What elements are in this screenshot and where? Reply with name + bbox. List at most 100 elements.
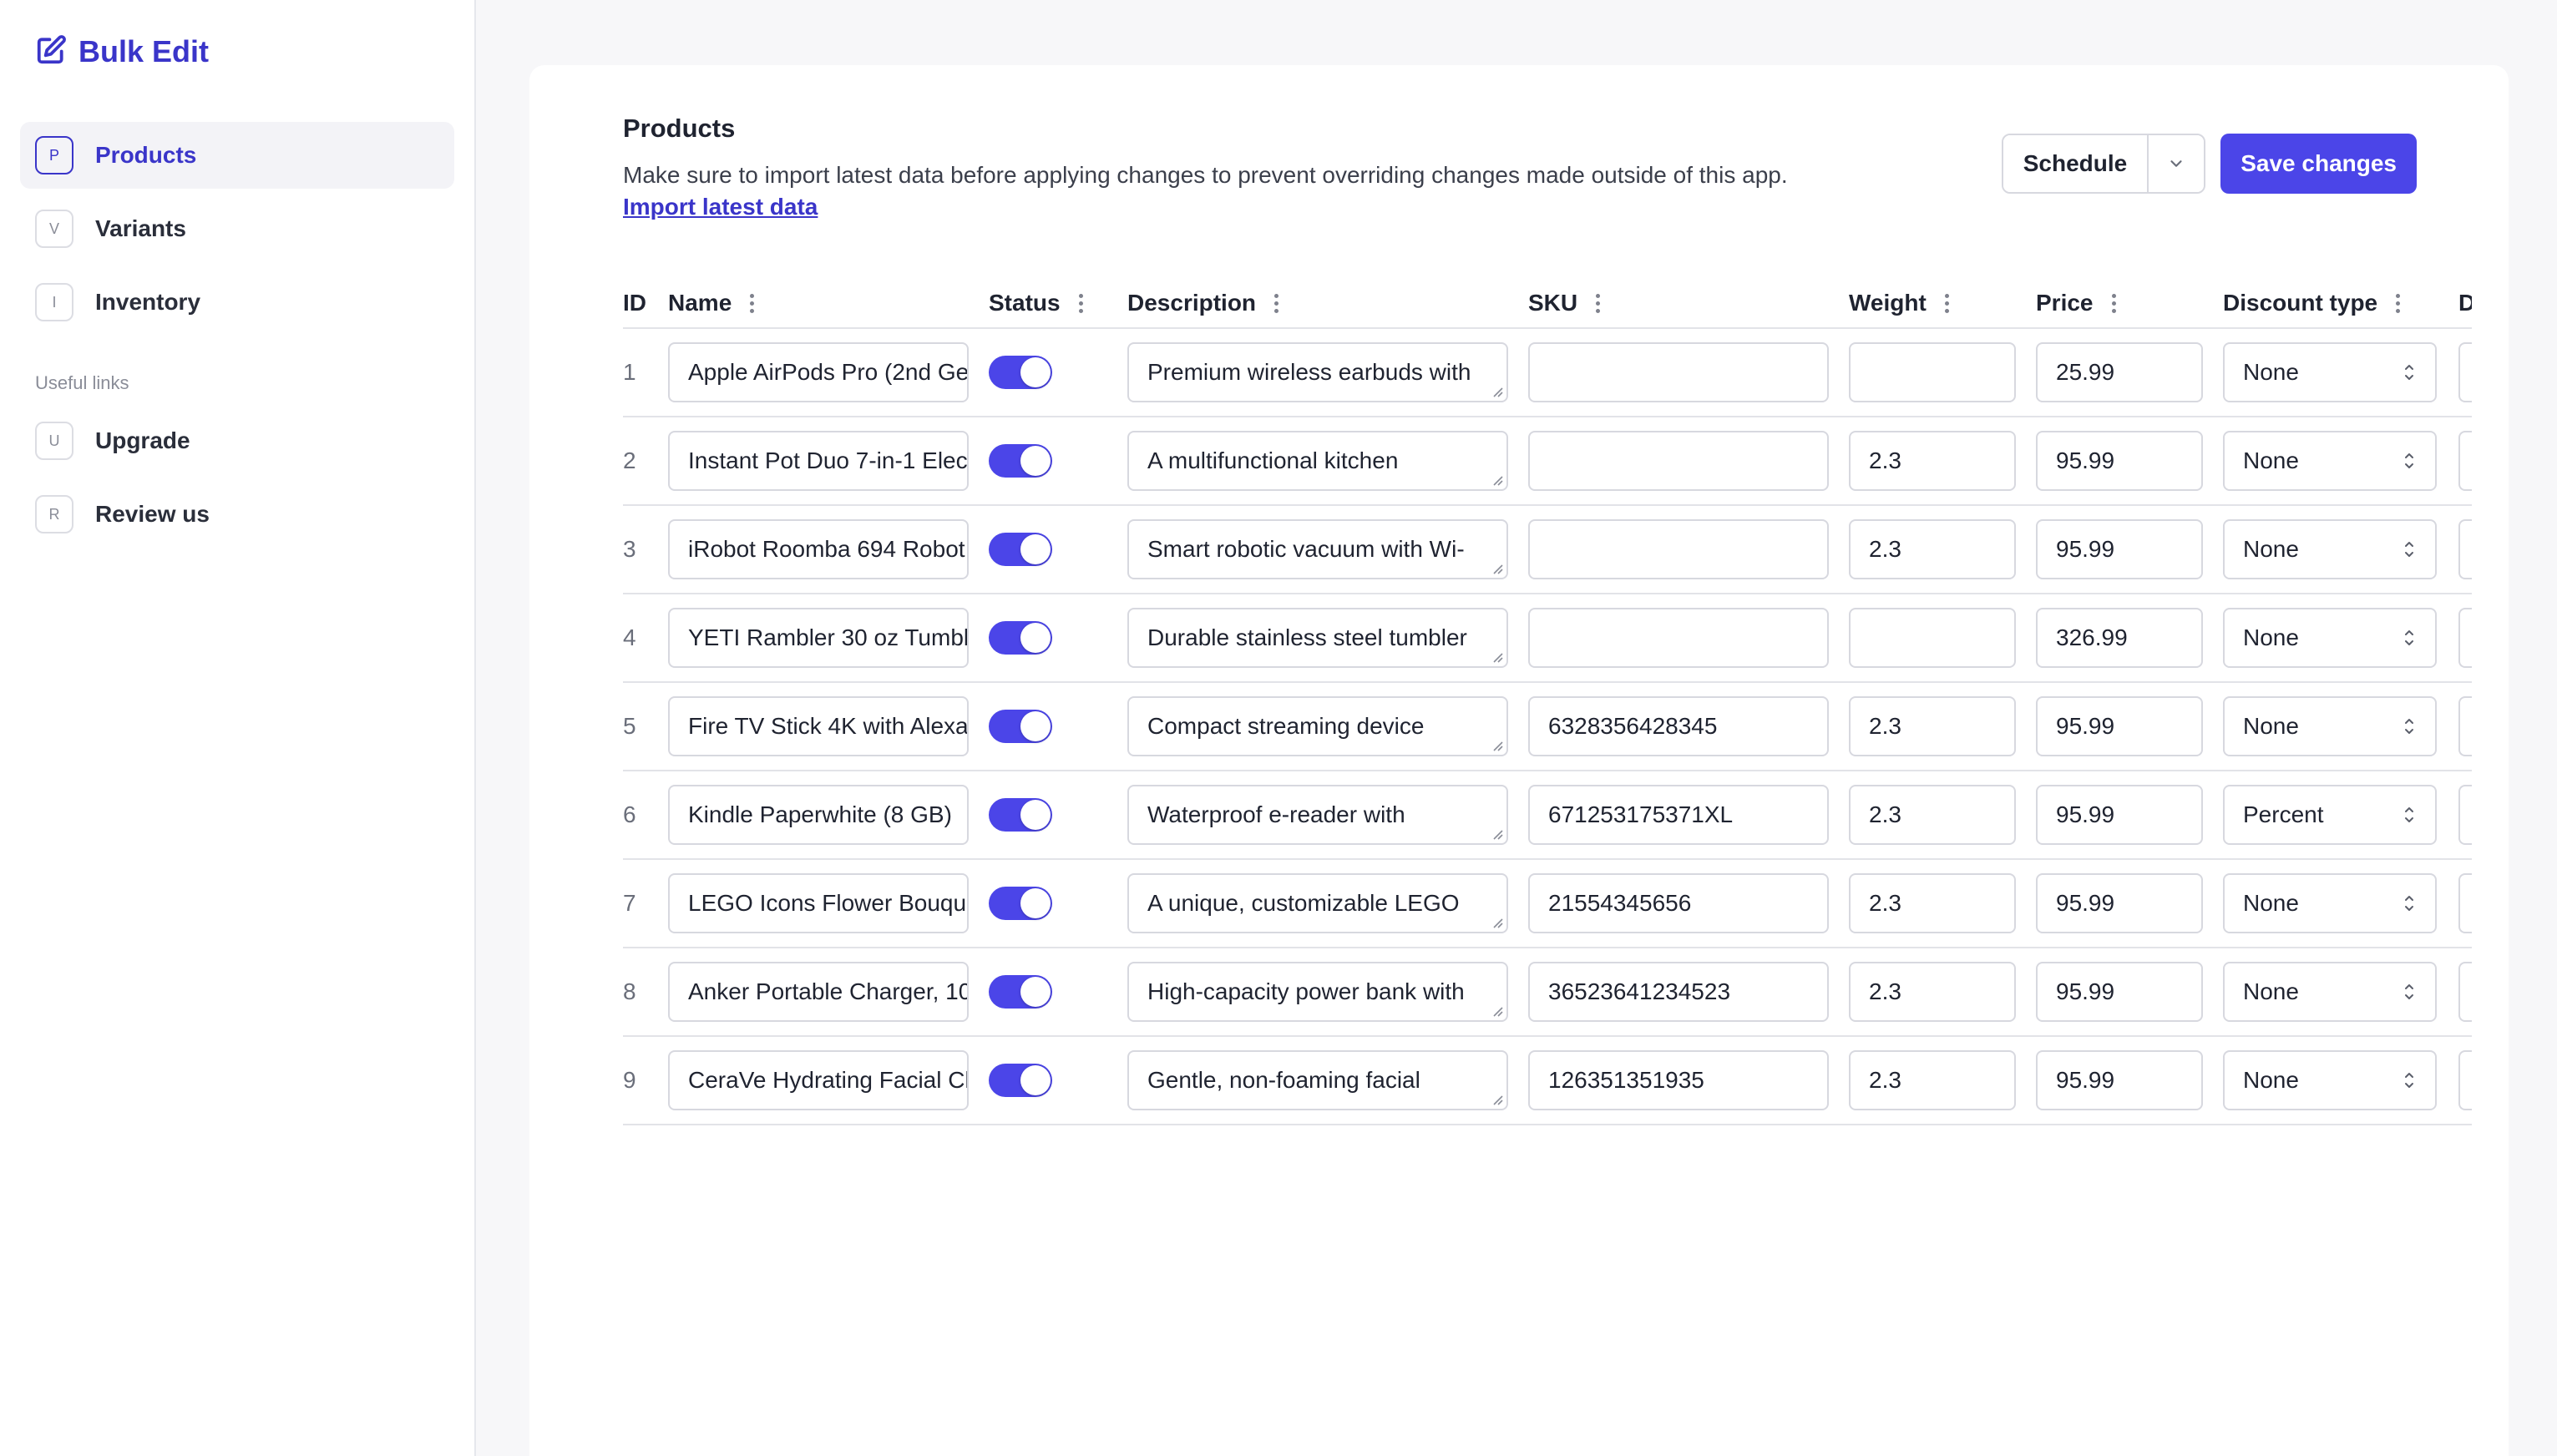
resize-handle-icon[interactable] xyxy=(1491,563,1503,574)
resize-handle-icon[interactable] xyxy=(1491,474,1503,486)
name-input[interactable]: CeraVe Hydrating Facial Cleanser xyxy=(668,1050,969,1110)
next-column-input[interactable] xyxy=(2458,519,2472,579)
name-input[interactable]: iRobot Roomba 694 Robot xyxy=(668,519,969,579)
weight-input[interactable]: 2.3 xyxy=(1849,696,2016,756)
status-toggle[interactable] xyxy=(989,1064,1052,1097)
price-input[interactable]: 95.99 xyxy=(2036,785,2203,845)
status-toggle[interactable] xyxy=(989,887,1052,920)
column-menu-icon[interactable] xyxy=(1274,293,1279,313)
sku-input[interactable]: 671253175371XL xyxy=(1528,785,1829,845)
description-textarea[interactable]: A unique, customizable LEGO xyxy=(1127,873,1508,933)
price-input[interactable]: 95.99 xyxy=(2036,519,2203,579)
discount-type-select[interactable]: Percent xyxy=(2223,785,2437,845)
resize-handle-icon[interactable] xyxy=(1491,651,1503,663)
price-input[interactable]: 25.99 xyxy=(2036,342,2203,402)
column-menu-icon[interactable] xyxy=(2111,293,2116,313)
weight-input[interactable]: 2.3 xyxy=(1849,785,2016,845)
name-input[interactable]: LEGO Icons Flower Bouquet xyxy=(668,873,969,933)
sidebar-item-upgrade[interactable]: U Upgrade xyxy=(20,407,454,474)
resize-handle-icon[interactable] xyxy=(1491,386,1503,397)
discount-type-select[interactable]: None xyxy=(2223,342,2437,402)
weight-input[interactable] xyxy=(1849,608,2016,668)
import-latest-data-link[interactable]: Import latest data xyxy=(623,194,818,220)
discount-type-select[interactable]: None xyxy=(2223,1050,2437,1110)
price-input[interactable]: 95.99 xyxy=(2036,431,2203,491)
description-textarea[interactable]: Smart robotic vacuum with Wi- xyxy=(1127,519,1508,579)
description-textarea[interactable]: A multifunctional kitchen xyxy=(1127,431,1508,491)
price-input[interactable]: 326.99 xyxy=(2036,608,2203,668)
discount-type-select[interactable]: None xyxy=(2223,962,2437,1022)
next-column-input[interactable] xyxy=(2458,608,2472,668)
name-input[interactable]: Fire TV Stick 4K with Alexa xyxy=(668,696,969,756)
sku-input[interactable]: 36523641234523 xyxy=(1528,962,1829,1022)
description-textarea[interactable]: Waterproof e-reader with xyxy=(1127,785,1508,845)
schedule-button[interactable]: Schedule xyxy=(2003,135,2148,192)
sku-input[interactable]: 21554345656 xyxy=(1528,873,1829,933)
discount-type-select[interactable]: None xyxy=(2223,696,2437,756)
next-column-input[interactable] xyxy=(2458,342,2472,402)
next-column-input[interactable] xyxy=(2458,962,2472,1022)
card-header: Products Make sure to import latest data… xyxy=(623,114,2417,220)
next-column-input[interactable] xyxy=(2458,696,2472,756)
name-input[interactable]: YETI Rambler 30 oz Tumbler xyxy=(668,608,969,668)
column-menu-icon[interactable] xyxy=(1596,293,1601,313)
description-textarea[interactable]: Gentle, non-foaming facial xyxy=(1127,1050,1508,1110)
price-input[interactable]: 95.99 xyxy=(2036,696,2203,756)
sidebar-item-variants[interactable]: V Variants xyxy=(20,195,454,262)
discount-type-value: Percent xyxy=(2243,801,2324,827)
status-toggle[interactable] xyxy=(989,710,1052,743)
price-input[interactable]: 95.99 xyxy=(2036,873,2203,933)
resize-handle-icon[interactable] xyxy=(1491,740,1503,751)
resize-handle-icon[interactable] xyxy=(1491,1005,1503,1017)
discount-type-select[interactable]: None xyxy=(2223,431,2437,491)
sku-input[interactable]: 126351351935 xyxy=(1528,1050,1829,1110)
status-toggle[interactable] xyxy=(989,444,1052,478)
name-input[interactable]: Apple AirPods Pro (2nd Generation) xyxy=(668,342,969,402)
sku-input[interactable] xyxy=(1528,519,1829,579)
discount-type-select[interactable]: None xyxy=(2223,608,2437,668)
description-textarea[interactable]: High-capacity power bank with xyxy=(1127,962,1508,1022)
sku-input[interactable] xyxy=(1528,431,1829,491)
sidebar-item-inventory[interactable]: I Inventory xyxy=(20,269,454,336)
discount-type-select[interactable]: None xyxy=(2223,519,2437,579)
name-input[interactable]: Anker Portable Charger, 10000 xyxy=(668,962,969,1022)
save-changes-button[interactable]: Save changes xyxy=(2220,134,2417,194)
next-column-input[interactable] xyxy=(2458,873,2472,933)
name-input[interactable]: Instant Pot Duo 7-in-1 Electric xyxy=(668,431,969,491)
sidebar-item-label: Review us xyxy=(95,501,210,527)
status-toggle[interactable] xyxy=(989,533,1052,566)
column-menu-icon[interactable] xyxy=(1078,293,1083,313)
column-menu-icon[interactable] xyxy=(1944,293,1949,313)
description-textarea[interactable]: Compact streaming device xyxy=(1127,696,1508,756)
next-column-input[interactable] xyxy=(2458,785,2472,845)
weight-input[interactable]: 2.3 xyxy=(1849,431,2016,491)
description-textarea[interactable]: Durable stainless steel tumbler xyxy=(1127,608,1508,668)
sidebar-item-products[interactable]: P Products xyxy=(20,122,454,189)
price-input[interactable]: 95.99 xyxy=(2036,1050,2203,1110)
weight-input[interactable] xyxy=(1849,342,2016,402)
next-column-input[interactable] xyxy=(2458,1050,2472,1110)
schedule-dropdown-toggle[interactable] xyxy=(2147,135,2205,192)
sku-input[interactable]: 6328356428345 xyxy=(1528,696,1829,756)
sidebar-item-review-us[interactable]: R Review us xyxy=(20,481,454,548)
sku-input[interactable] xyxy=(1528,608,1829,668)
status-toggle[interactable] xyxy=(989,621,1052,655)
discount-type-select[interactable]: None xyxy=(2223,873,2437,933)
column-menu-icon[interactable] xyxy=(750,293,755,313)
name-input[interactable]: Kindle Paperwhite (8 GB) xyxy=(668,785,969,845)
price-input[interactable]: 95.99 xyxy=(2036,962,2203,1022)
weight-input[interactable]: 2.3 xyxy=(1849,873,2016,933)
weight-input[interactable]: 2.3 xyxy=(1849,519,2016,579)
next-column-input[interactable] xyxy=(2458,431,2472,491)
resize-handle-icon[interactable] xyxy=(1491,917,1503,928)
status-toggle[interactable] xyxy=(989,356,1052,389)
weight-input[interactable]: 2.3 xyxy=(1849,962,2016,1022)
resize-handle-icon[interactable] xyxy=(1491,828,1503,840)
weight-input[interactable]: 2.3 xyxy=(1849,1050,2016,1110)
status-toggle[interactable] xyxy=(989,975,1052,1009)
column-menu-icon[interactable] xyxy=(2396,293,2401,313)
sku-input[interactable] xyxy=(1528,342,1829,402)
description-textarea[interactable]: Premium wireless earbuds with xyxy=(1127,342,1508,402)
resize-handle-icon[interactable] xyxy=(1491,1094,1503,1105)
status-toggle[interactable] xyxy=(989,798,1052,832)
